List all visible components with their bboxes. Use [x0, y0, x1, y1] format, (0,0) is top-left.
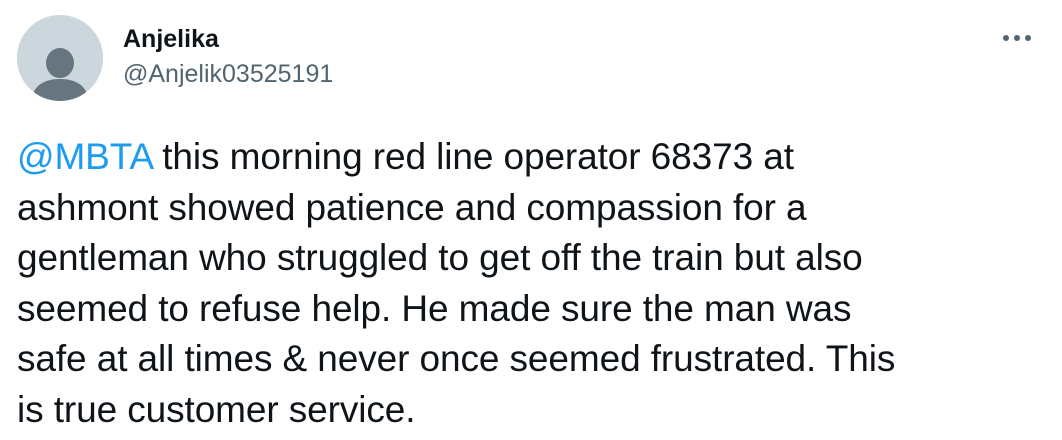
- tweet-text-line: is true customer service.: [17, 388, 416, 430]
- tweet-text-line: seemed to refuse help. He made sure the …: [17, 287, 852, 329]
- tweet-text-line: @MBTA this morning red line operator 683…: [17, 132, 1047, 183]
- mention-link[interactable]: @MBTA: [17, 136, 152, 177]
- more-options-button[interactable]: [996, 20, 1040, 56]
- tweet-text-line: gentleman who struggled to get off the t…: [17, 237, 863, 278]
- default-profile-icon: [17, 15, 103, 101]
- tweet-text: @MBTA this morning red line operator 683…: [17, 132, 1047, 435]
- avatar[interactable]: [17, 15, 103, 101]
- author-display-name[interactable]: Anjelika: [123, 23, 219, 55]
- tweet-text-line: ashmont showed patience and compassion f…: [17, 186, 807, 228]
- tweet-text-line: safe at all times & never once seemed fr…: [17, 338, 896, 379]
- author-handle[interactable]: @Anjelik03525191: [123, 58, 333, 90]
- tweet-card: Anjelika @Anjelik03525191 @MBTA this mor…: [0, 0, 1062, 440]
- tweet-text-segment: this morning red line operator 68373 at: [152, 136, 794, 177]
- more-horizontal-icon: [1003, 35, 1031, 41]
